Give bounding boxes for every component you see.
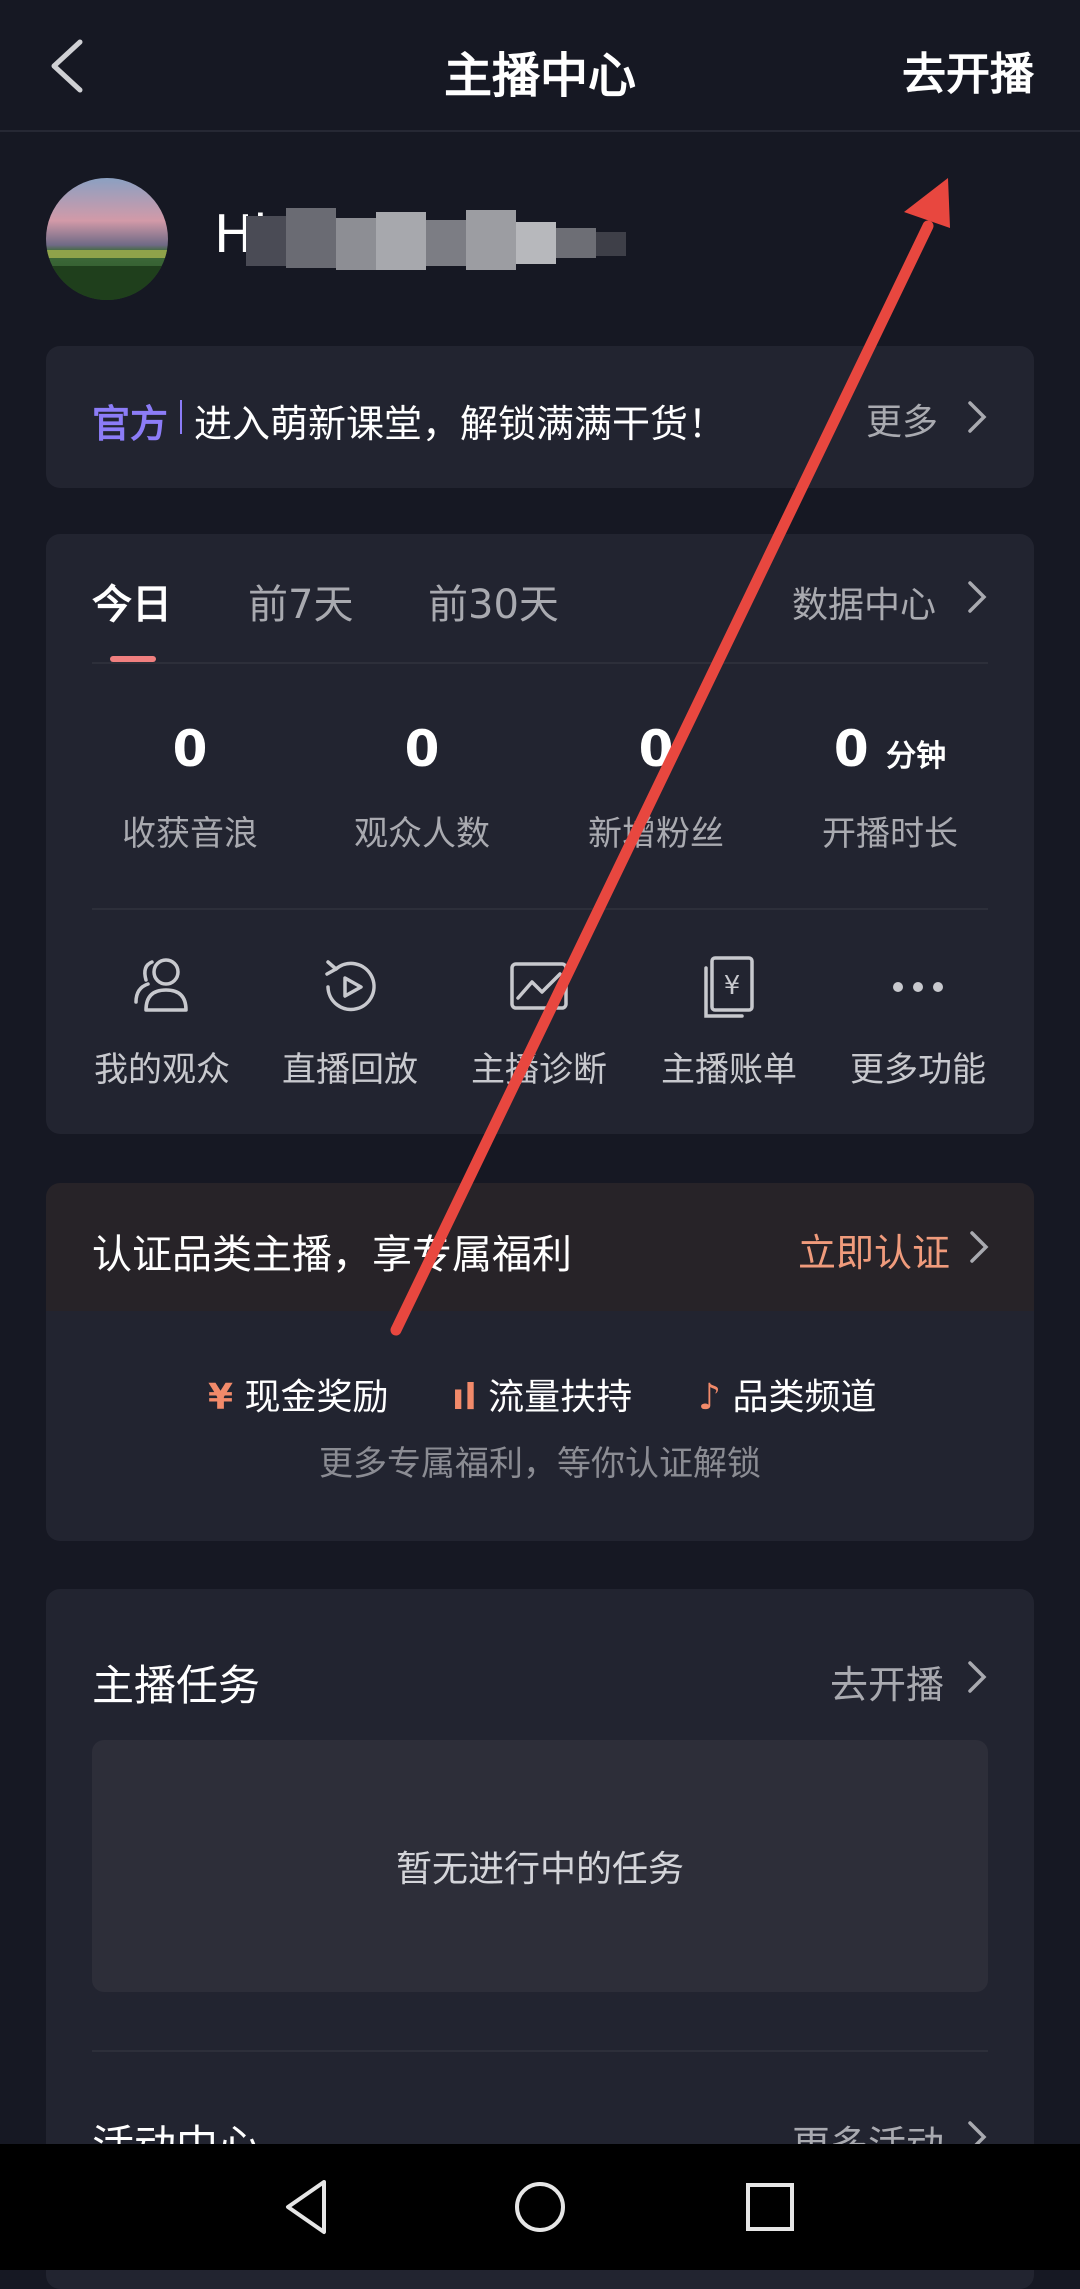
certification-card-body [46, 1311, 1034, 1541]
divider [92, 2050, 988, 2052]
stat-label-live-duration: 开播时长 [822, 814, 958, 854]
official-text: 进入萌新课堂，解锁满满干货！ [194, 402, 727, 446]
data-center-link[interactable]: 数据中心 [792, 576, 936, 628]
bar-chart-icon: ıl [452, 1377, 477, 1418]
chevron-right-icon [968, 1661, 987, 1693]
official-more-link[interactable]: 更多 [866, 393, 938, 445]
chevron-right-icon [968, 581, 987, 613]
certification-title: 认证品类主播，享专属福利 [92, 1232, 572, 1278]
benefit-traffic: ıl 流量扶持 [452, 1368, 632, 1420]
nav-recents-icon[interactable] [735, 2172, 805, 2242]
benefit-category: ♪ 品类频道 [698, 1368, 876, 1420]
function-label-bill[interactable]: 主播账单 [619, 1042, 839, 1091]
function-label-more[interactable]: 更多功能 [808, 1042, 1028, 1091]
tasks-empty-text: 暂无进行中的任务 [395, 1849, 684, 1890]
function-label-diagnosis[interactable]: 主播诊断 [429, 1042, 649, 1091]
more-icon[interactable] [883, 952, 953, 1022]
divider [92, 908, 988, 910]
nav-home-icon[interactable] [505, 2172, 575, 2242]
music-note-icon: ♪ [698, 1377, 721, 1418]
stat-value-sound-waves: 0 [172, 720, 208, 778]
stat-label-new-fans: 新增粉丝 [588, 814, 724, 854]
username-blur [246, 208, 626, 270]
tab-7-days[interactable]: 前7天 [248, 572, 353, 630]
benefit-cash: ¥ 现金奖励 [208, 1368, 389, 1420]
tasks-title: 主播任务 [92, 1661, 261, 1710]
audience-icon[interactable] [128, 952, 198, 1022]
certify-now-link[interactable]: 立即认证 [798, 1222, 950, 1277]
function-label-replay[interactable]: 直播回放 [240, 1042, 460, 1091]
stat-value-new-fans: 0 [638, 720, 674, 778]
svg-text:¥: ¥ [724, 971, 741, 1001]
chevron-right-icon [970, 1231, 989, 1263]
tab-30-days[interactable]: 前30天 [428, 572, 559, 630]
divider [92, 662, 988, 664]
benefit-label: 现金奖励 [244, 1377, 389, 1418]
official-tag: 官方 [92, 402, 169, 446]
benefit-label: 流量扶持 [488, 1377, 633, 1418]
stat-label-sound-waves: 收获音浪 [122, 814, 258, 854]
stat-value-viewers: 0 [404, 720, 440, 778]
tasks-go-live-link[interactable]: 去开播 [830, 1654, 944, 1709]
bill-icon[interactable]: ¥ [694, 952, 764, 1022]
divider [180, 400, 182, 434]
certification-subtitle: 更多专属福利，等你认证解锁 [319, 1444, 761, 1484]
stat-duration-unit: 分钟 [886, 739, 947, 774]
benefit-label: 品类频道 [732, 1377, 877, 1418]
avatar-image [46, 178, 168, 300]
diagnosis-icon[interactable] [504, 952, 574, 1022]
stat-duration-number: 0 [833, 720, 869, 778]
replay-icon[interactable] [316, 952, 386, 1022]
avatar[interactable] [46, 178, 168, 300]
tab-today[interactable]: 今日 [92, 572, 172, 630]
stat-value-live-duration: 0 分钟 [790, 720, 990, 778]
function-label-my-audience[interactable]: 我的观众 [52, 1042, 272, 1091]
chevron-right-icon [968, 401, 987, 433]
nav-back-icon[interactable] [272, 2172, 342, 2242]
stat-label-viewers: 观众人数 [354, 814, 490, 854]
yuan-icon: ¥ [208, 1377, 234, 1418]
go-live-button[interactable]: 去开播 [902, 38, 1034, 102]
